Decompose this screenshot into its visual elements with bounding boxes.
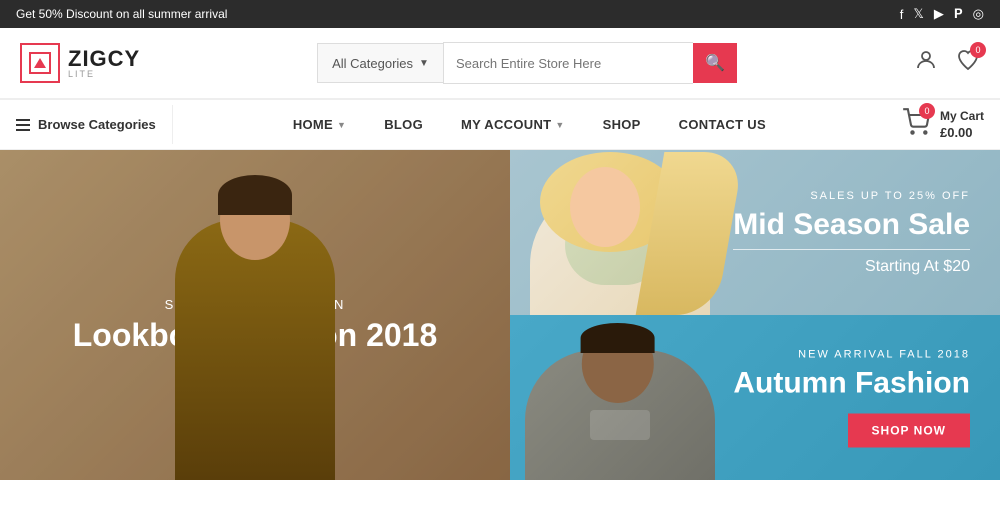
account-icon[interactable] [914,48,938,78]
pinterest-icon[interactable]: 𝐏 [954,6,963,22]
hero-right-bottom: NEW ARRIVAL FALL 2018 Autumn Fashion SHO… [510,315,1000,480]
youtube-icon[interactable]: ▶ [934,6,944,22]
hero-top-divider [733,249,970,250]
hamburger-icon [16,119,30,131]
logo-sub: LITE [68,70,140,79]
instagram-icon[interactable]: ◎ [973,6,984,22]
nav-home-label: HOME [293,117,333,132]
nav-shop-label: SHOP [603,117,641,132]
cart-label: My Cart [940,109,984,125]
category-label: All Categories [332,56,413,71]
social-links: f 𝕏 ▶ 𝐏 ◎ [900,6,984,22]
cart-icon-wrap: 0 [902,108,930,141]
cart-area[interactable]: 0 My Cart £0.00 [886,100,1000,149]
nav-blog[interactable]: BLOG [368,104,439,145]
hero-right-top: SALES UP TO 25% OFF Mid Season Sale Star… [510,150,1000,315]
nav-contact-label: CONTACT US [679,117,766,132]
hero-bottom-cta-button[interactable]: SHOP NOW [848,413,970,447]
search-input-wrap [443,42,693,84]
logo-name: ZIGCY [68,48,140,70]
search-button[interactable]: 🔍 [693,43,737,83]
logo-arrow-icon [34,58,46,68]
hero-right-panel: SALES UP TO 25% OFF Mid Season Sale Star… [510,150,1000,480]
chevron-down-icon: ▼ [555,120,564,130]
nav-my-account[interactable]: MY ACCOUNT ▼ [445,104,581,145]
hero-top-badge: SALES UP TO 25% OFF [733,190,970,202]
logo[interactable]: ZIGCY LITE [20,43,140,83]
nav-shop[interactable]: SHOP [587,104,657,145]
hero-right-bottom-content: NEW ARRIVAL FALL 2018 Autumn Fashion SHO… [733,348,970,447]
cart-info: My Cart £0.00 [940,109,984,140]
nav-items: HOME ▼ BLOG MY ACCOUNT ▼ SHOP CONTACT US [173,104,886,145]
twitter-icon[interactable]: 𝕏 [913,6,923,22]
hero-top-price: Starting At $20 [733,258,970,276]
chevron-down-icon: ▼ [419,58,429,69]
browse-categories[interactable]: Browse Categories [0,105,173,144]
cart-price: £0.00 [940,125,984,140]
top-bar: Get 50% Discount on all summer arrival f… [0,0,1000,28]
hero-top-title: Mid Season Sale [733,208,970,241]
header-icons: 0 [914,48,980,78]
wishlist-count: 0 [970,42,986,58]
hero-bottom-badge: NEW ARRIVAL FALL 2018 [733,348,970,360]
search-icon: 🔍 [705,53,725,73]
nav-contact[interactable]: CONTACT US [663,104,782,145]
logo-box-inner [29,52,51,74]
browse-categories-label: Browse Categories [38,117,156,132]
hero-left-panel: STREET LIFE FASHION Lookbook Fashion 201… [0,150,510,480]
hero-section: STREET LIFE FASHION Lookbook Fashion 201… [0,150,1000,480]
facebook-icon[interactable]: f [900,7,904,22]
nav-account-label: MY ACCOUNT [461,117,551,132]
hero-right-top-content: SALES UP TO 25% OFF Mid Season Sale Star… [733,190,970,276]
hero-bottom-title: Autumn Fashion [733,366,970,399]
nav-home[interactable]: HOME ▼ [277,104,362,145]
promo-text: Get 50% Discount on all summer arrival [16,7,227,21]
logo-box [20,43,60,83]
search-area: All Categories ▼ 🔍 [317,42,737,84]
category-dropdown[interactable]: All Categories ▼ [317,43,443,83]
wishlist-icon[interactable]: 0 [956,48,980,78]
search-input[interactable] [444,43,693,83]
header: ZIGCY LITE All Categories ▼ 🔍 0 [0,28,1000,99]
chevron-down-icon: ▼ [337,120,346,130]
nav-blog-label: BLOG [384,117,423,132]
logo-text: ZIGCY LITE [68,48,140,79]
cart-count: 0 [919,103,935,119]
main-navigation: Browse Categories HOME ▼ BLOG MY ACCOUNT… [0,99,1000,150]
